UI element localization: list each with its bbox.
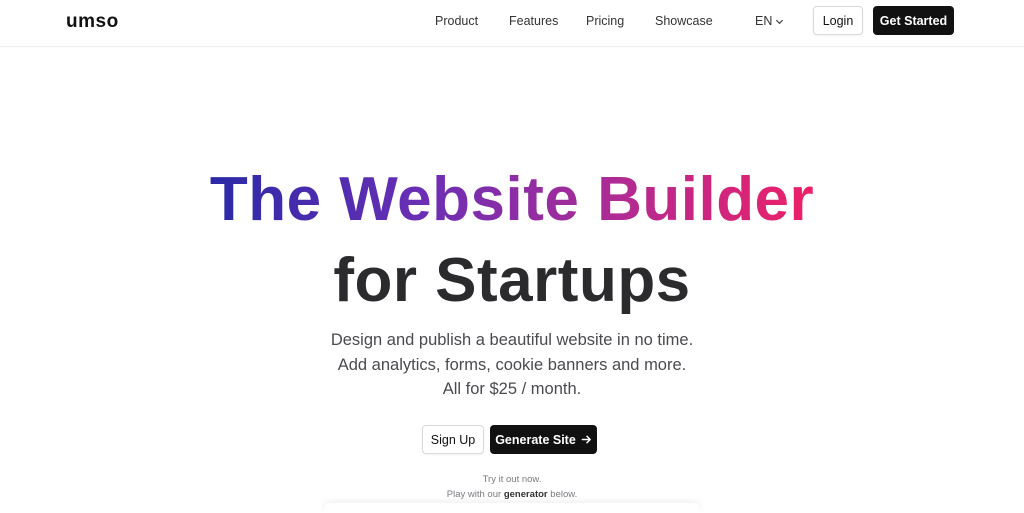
get-started-button[interactable]: Get Started (873, 6, 954, 35)
generator-hint: Play with our generator below. (0, 489, 1024, 500)
hero-subtitle-3: All for $25 / month. (442, 380, 582, 398)
get-started-label: Get Started (879, 13, 948, 28)
umso-logo[interactable]: umso (66, 11, 119, 33)
language-selector[interactable]: EN (755, 14, 784, 28)
hero-title-line-1: The Website Builder (0, 162, 1024, 238)
generator-hint-prefix: Play with our (446, 489, 502, 500)
generator-hint-bold: generator (503, 489, 548, 500)
top-navigation-bar: umso Product Features Pricing Showcase E… (0, 0, 1024, 47)
generate-site-button[interactable]: Generate Site (490, 425, 597, 454)
nav-product[interactable]: Product (435, 14, 478, 28)
sign-up-label: Sign Up (430, 432, 476, 447)
hero-title-line-2: for Startups (333, 246, 691, 315)
hero-title-gradient-text: The Website Builder (209, 165, 815, 234)
generate-site-label: Generate Site (495, 432, 576, 447)
nav-features[interactable]: Features (509, 14, 558, 28)
nav-showcase[interactable]: Showcase (655, 14, 713, 28)
chevron-down-icon (776, 19, 784, 24)
generator-panel-edge (324, 503, 700, 513)
nav-pricing[interactable]: Pricing (586, 14, 624, 28)
arrow-right-icon (581, 435, 591, 444)
login-label: Login (822, 13, 854, 28)
sign-up-button[interactable]: Sign Up (422, 425, 484, 454)
login-button[interactable]: Login (813, 6, 863, 35)
try-it-hint: Try it out now. (482, 474, 542, 485)
generator-hint-suffix: below. (550, 489, 578, 500)
language-label: EN (755, 14, 773, 28)
hero-subtitle-2: Add analytics, forms, cookie banners and… (337, 356, 687, 374)
hero-subtitle-1: Design and publish a beautiful website i… (330, 331, 694, 349)
